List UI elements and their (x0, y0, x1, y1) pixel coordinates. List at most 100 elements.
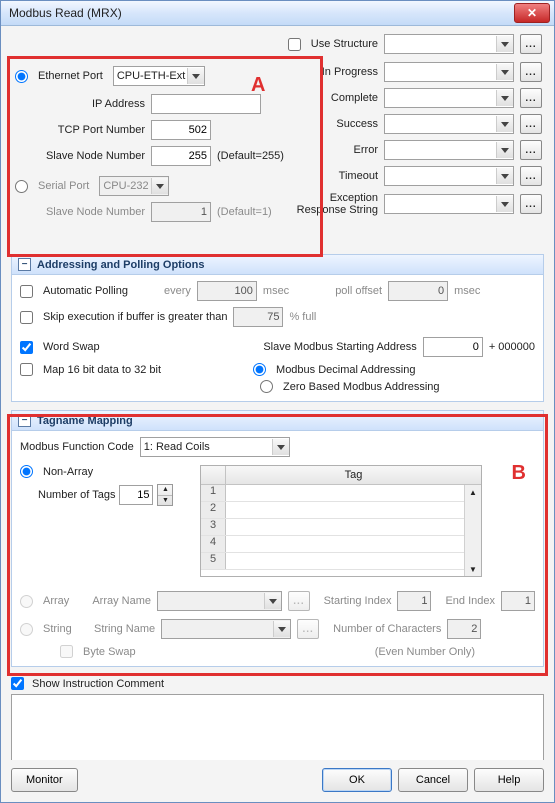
array-browse-button: ... (288, 591, 309, 611)
exception-label: Exception Response String (288, 192, 378, 216)
serial-port-label: Serial Port (38, 180, 89, 192)
tag-grid-scrollbar[interactable]: ▲▼ (464, 485, 481, 576)
spin-down-icon[interactable]: ▼ (158, 496, 172, 506)
map16-checkbox[interactable] (20, 363, 33, 376)
ethernet-port-radio[interactable] (15, 70, 28, 83)
start-index-label: Starting Index (324, 595, 392, 607)
cancel-button[interactable]: Cancel (398, 768, 468, 792)
tag-row[interactable]: 5 (201, 553, 481, 570)
start-addr-suffix: + 000000 (489, 341, 535, 353)
tagmap-section-title: Tagname Mapping (37, 415, 133, 427)
byte-swap-checkbox (60, 645, 73, 658)
ethernet-port-combo[interactable]: CPU-ETH-Ext (113, 66, 205, 86)
skip-execution-checkbox[interactable] (20, 311, 33, 324)
timeout-browse-button[interactable]: ... (520, 166, 542, 186)
word-swap-checkbox[interactable] (20, 341, 33, 354)
error-browse-button[interactable]: ... (520, 140, 542, 160)
structure-browse-button[interactable]: ... (520, 34, 542, 54)
spin-up-icon[interactable]: ▲ (158, 485, 172, 496)
tcp-port-label: TCP Port Number (45, 124, 145, 136)
collapse-icon[interactable]: − (18, 258, 31, 271)
every-msec: msec (263, 285, 289, 297)
connection-panel: Ethernet Port CPU-ETH-Ext IP Address TCP… (15, 66, 315, 222)
collapse-icon[interactable]: − (18, 414, 31, 427)
polling-section-header: − Addressing and Polling Options (11, 254, 544, 275)
start-addr-label: Slave Modbus Starting Address (263, 341, 416, 353)
array-name-label: Array Name (92, 595, 151, 607)
use-structure-checkbox[interactable] (288, 38, 301, 51)
in-progress-combo[interactable] (384, 62, 514, 82)
chevron-down-icon (496, 168, 513, 184)
eth-slave-input[interactable] (151, 146, 211, 166)
ethernet-port-label: Ethernet Port (38, 70, 103, 82)
decimal-addressing-radio[interactable] (253, 363, 266, 376)
tag-row-index: 5 (201, 553, 226, 569)
num-chars-label: Number of Characters (333, 623, 441, 635)
decimal-addressing-label: Modbus Decimal Addressing (276, 364, 415, 376)
tag-column-header: Tag (226, 466, 481, 484)
tag-row[interactable]: 4 (201, 536, 481, 553)
serial-slave-input (151, 202, 211, 222)
num-tags-spinner[interactable]: ▲▼ (157, 484, 173, 506)
tag-grid[interactable]: Tag 1 2 3 4 5 ▲▼ (200, 465, 482, 577)
close-button[interactable]: ✕ (514, 3, 550, 23)
serial-slave-label: Slave Node Number (45, 206, 145, 218)
scroll-up-icon[interactable]: ▲ (465, 485, 481, 499)
exception-combo[interactable] (384, 194, 514, 214)
start-addr-input[interactable] (423, 337, 483, 357)
num-tags-input[interactable] (119, 485, 153, 505)
tag-row[interactable]: 2 (201, 502, 481, 519)
in-progress-browse-button[interactable]: ... (520, 62, 542, 82)
every-label: every (164, 285, 191, 297)
chevron-down-icon (264, 593, 281, 609)
tagmap-section-header: − Tagname Mapping (11, 410, 544, 431)
ok-button[interactable]: OK (322, 768, 392, 792)
skip-execution-label: Skip execution if buffer is greater than (43, 311, 227, 323)
non-array-radio[interactable] (20, 465, 33, 478)
eth-slave-label: Slave Node Number (45, 150, 145, 162)
success-combo[interactable] (384, 114, 514, 134)
array-radio (20, 595, 33, 608)
non-array-label: Non-Array (43, 466, 93, 478)
show-comment-label: Show Instruction Comment (32, 678, 164, 690)
tag-row[interactable]: 3 (201, 519, 481, 536)
tag-row[interactable]: 1 (201, 485, 481, 502)
monitor-button[interactable]: Monitor (11, 768, 78, 792)
show-comment-checkbox[interactable] (11, 677, 24, 690)
complete-browse-button[interactable]: ... (520, 88, 542, 108)
success-browse-button[interactable]: ... (520, 114, 542, 134)
array-name-combo (157, 591, 282, 611)
instruction-comment-textarea[interactable] (11, 694, 544, 760)
automatic-polling-checkbox[interactable] (20, 285, 33, 298)
even-number-note: (Even Number Only) (375, 646, 475, 658)
serial-port-radio[interactable] (15, 180, 28, 193)
use-structure-label: Use Structure (311, 38, 378, 50)
func-code-combo[interactable]: 1: Read Coils (140, 437, 290, 457)
help-button[interactable]: Help (474, 768, 544, 792)
use-structure-row: Use Structure ... (288, 34, 542, 54)
tcp-port-input[interactable] (151, 120, 211, 140)
scroll-down-icon[interactable]: ▼ (465, 562, 481, 576)
tag-row-index: 1 (201, 485, 226, 501)
error-combo[interactable] (384, 140, 514, 160)
exception-browse-button[interactable]: ... (520, 194, 542, 214)
serial-port-combo[interactable]: CPU-232 (99, 176, 169, 196)
every-input (197, 281, 257, 301)
structure-combo[interactable] (384, 34, 514, 54)
byte-swap-label: Byte Swap (83, 646, 136, 658)
word-swap-label: Word Swap (43, 341, 100, 353)
chevron-down-icon (151, 178, 168, 194)
skip-value-input (233, 307, 283, 327)
func-code-value: 1: Read Coils (144, 441, 210, 453)
chevron-down-icon (496, 90, 513, 106)
window-title: Modbus Read (MRX) (9, 6, 514, 20)
ip-address-input[interactable] (151, 94, 261, 114)
tag-grid-header: Tag (201, 466, 481, 485)
zero-addressing-radio[interactable] (260, 380, 273, 393)
automatic-polling-label: Automatic Polling (43, 285, 128, 297)
timeout-combo[interactable] (384, 166, 514, 186)
in-progress-label: In Progress (322, 66, 378, 78)
complete-label: Complete (331, 92, 378, 104)
num-chars-input (447, 619, 481, 639)
complete-combo[interactable] (384, 88, 514, 108)
